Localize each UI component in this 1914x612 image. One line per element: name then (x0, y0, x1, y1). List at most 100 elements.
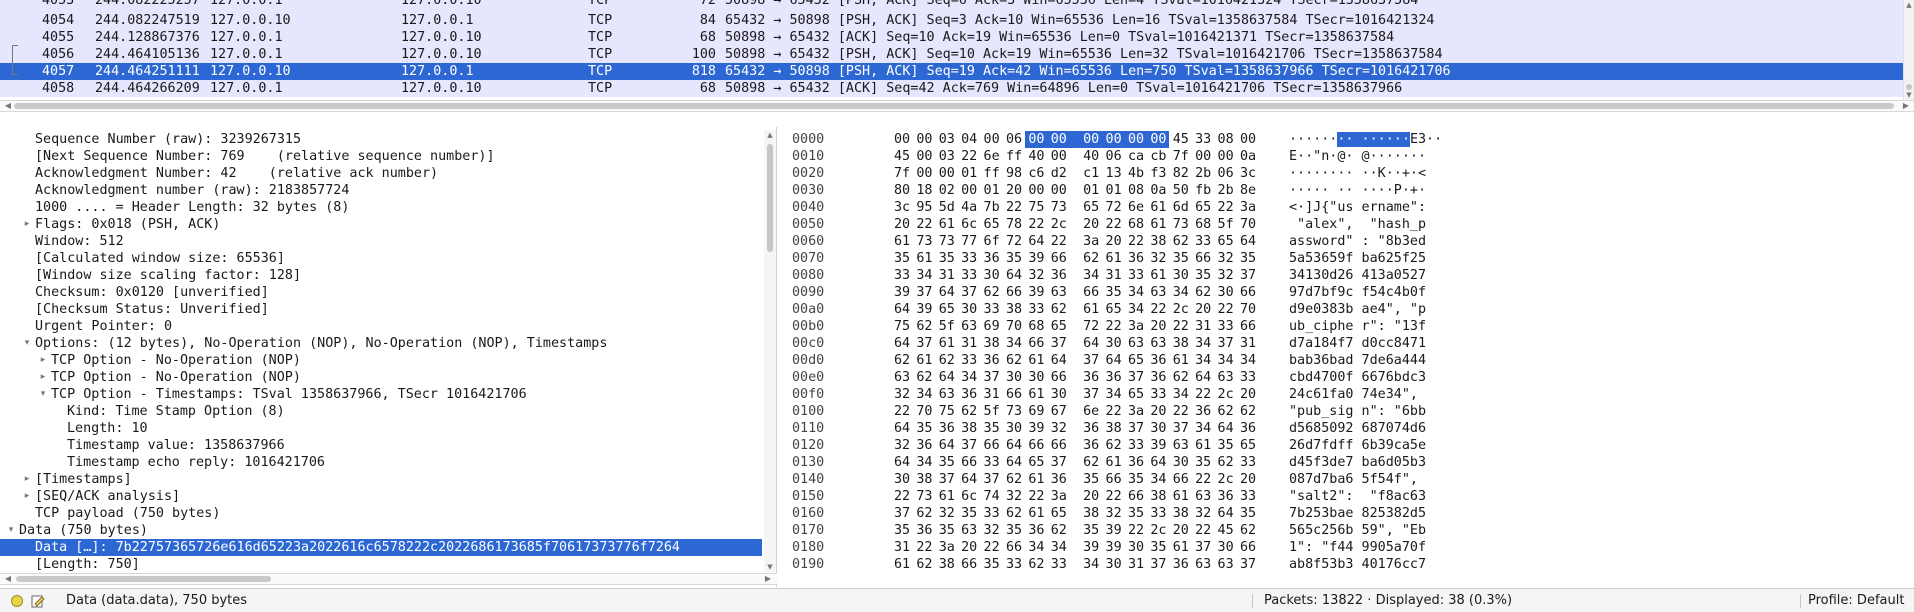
hex-byte[interactable]: 80 (892, 182, 912, 199)
hex-byte[interactable]: 22 (1049, 233, 1069, 250)
hex-byte[interactable]: 36 (1104, 369, 1124, 386)
hex-byte[interactable]: 61 (937, 488, 957, 505)
hex-byte[interactable]: 4b (1126, 165, 1146, 182)
hex-byte[interactable]: 20 (1148, 318, 1168, 335)
hex-byte[interactable]: 32 (892, 437, 912, 454)
hex-byte[interactable]: 6d (1171, 199, 1191, 216)
details-vertical-scrollbar[interactable]: ▲ ▼ (764, 130, 776, 572)
ascii-column[interactable]: "salt2": "f8ac63 (1289, 488, 1426, 505)
hex-byte[interactable]: 73 (1004, 403, 1024, 420)
hex-byte[interactable]: 75 (1026, 199, 1046, 216)
hex-byte[interactable]: 37 (982, 471, 1002, 488)
hex-byte[interactable]: 5d (937, 199, 957, 216)
details-tree-item[interactable]: Checksum: 0x0120 [unverified] (0, 284, 762, 301)
ascii-column[interactable]: ub_ciphe r": "13f (1289, 318, 1426, 335)
hex-byte[interactable]: 37 (1171, 420, 1191, 437)
hex-byte[interactable]: 32 (1104, 505, 1124, 522)
ascii-column[interactable]: ········ ··K··+·< (1289, 165, 1426, 182)
details-tree-item[interactable]: ▾ Data (750 bytes) (0, 522, 762, 539)
hex-byte[interactable]: 33 (1004, 556, 1024, 573)
hex-byte[interactable]: 30 (1126, 539, 1146, 556)
hex-byte[interactable]: 70 (1004, 318, 1024, 335)
hex-byte[interactable]: 45 (1171, 131, 1191, 148)
hex-byte[interactable]: 30 (1049, 386, 1069, 403)
hex-byte[interactable]: 3a (1238, 199, 1258, 216)
hex-byte[interactable]: 22 (1126, 233, 1146, 250)
hex-byte[interactable]: 32 (1216, 250, 1236, 267)
hex-byte[interactable]: 95 (914, 199, 934, 216)
hex-byte[interactable]: 64 (1026, 233, 1046, 250)
hex-byte[interactable]: 62 (1171, 369, 1191, 386)
hex-byte[interactable]: 30 (982, 267, 1002, 284)
hex-byte[interactable]: 34 (1081, 556, 1101, 573)
hex-byte[interactable]: 35 (1193, 454, 1213, 471)
hex-byte[interactable]: 35 (1148, 539, 1168, 556)
details-tree-item[interactable]: [Next Sequence Number: 769 (relative seq… (0, 148, 762, 165)
expert-info-icon[interactable] (11, 595, 23, 607)
hex-byte[interactable]: 72 (1004, 233, 1024, 250)
hex-byte[interactable]: 32 (1216, 267, 1236, 284)
hex-byte[interactable]: 00 (1126, 131, 1146, 148)
hex-byte[interactable]: 30 (1216, 284, 1236, 301)
hex-byte[interactable]: 62 (914, 505, 934, 522)
hex-byte[interactable]: 7f (1171, 148, 1191, 165)
hex-byte[interactable]: 33 (1049, 556, 1069, 573)
hex-byte[interactable]: 33 (959, 250, 979, 267)
hex-byte[interactable]: 98 (1004, 165, 1024, 182)
hex-byte[interactable]: 36 (1238, 420, 1258, 437)
hex-byte[interactable]: 20 (1148, 403, 1168, 420)
hex-byte[interactable]: 00 (914, 131, 934, 148)
scroll-left-icon[interactable]: ◀ (2, 574, 14, 584)
hex-byte[interactable]: 35 (959, 505, 979, 522)
hex-byte[interactable]: 30 (1026, 369, 1046, 386)
hex-byte[interactable]: 20 (1081, 488, 1101, 505)
hex-byte[interactable]: 61 (1148, 267, 1168, 284)
hex-byte[interactable]: 62 (1216, 403, 1236, 420)
hex-byte[interactable]: 66 (982, 437, 1002, 454)
hex-byte[interactable]: 34 (1238, 352, 1258, 369)
details-tree-item[interactable]: ▸ [Timestamps] (0, 471, 762, 488)
hex-byte[interactable]: 62 (1081, 250, 1101, 267)
hex-byte[interactable]: ff (1004, 148, 1024, 165)
hex-byte[interactable]: 65 (1049, 318, 1069, 335)
details-tree-item[interactable]: ▸ Flags: 0x018 (PSH, ACK) (0, 216, 762, 233)
hex-byte[interactable]: c1 (1081, 165, 1101, 182)
hex-byte[interactable]: 66 (959, 556, 979, 573)
hex-byte[interactable]: 36 (982, 352, 1002, 369)
hex-byte[interactable]: 22 (1193, 522, 1213, 539)
hex-byte[interactable]: 61 (1171, 488, 1191, 505)
hex-byte[interactable]: 73 (937, 233, 957, 250)
hex-byte[interactable]: 30 (1104, 556, 1124, 573)
hex-byte[interactable]: 61 (1148, 199, 1168, 216)
hex-byte[interactable]: 38 (1004, 301, 1024, 318)
hex-byte[interactable]: 18 (914, 182, 934, 199)
hex-byte[interactable]: 61 (1104, 250, 1124, 267)
hex-byte[interactable]: 78 (1004, 216, 1024, 233)
hex-byte[interactable]: 04 (959, 131, 979, 148)
hex-byte[interactable]: 3c (892, 199, 912, 216)
hex-byte[interactable]: 00 (982, 131, 1002, 148)
expanded-arrow-icon[interactable]: ▾ (5, 522, 17, 539)
hex-byte[interactable]: 20 (1004, 182, 1024, 199)
packet-list[interactable]: 4053 244.082225257 127.0.0.1 127.0.0.10 TCP 7… (0, 0, 1914, 112)
hex-byte[interactable]: 61 (1026, 471, 1046, 488)
hex-byte[interactable]: 20 (1104, 233, 1124, 250)
hex-byte[interactable]: 75 (892, 318, 912, 335)
hex-byte[interactable]: 30 (1171, 454, 1191, 471)
hex-byte[interactable]: 22 (1026, 216, 1046, 233)
hex-byte[interactable]: 5f (982, 403, 1002, 420)
hex-byte[interactable]: cb (1148, 148, 1168, 165)
details-tree-item[interactable]: 1000 .... = Header Length: 32 bytes (8) (0, 199, 762, 216)
hex-byte[interactable]: 63 (1193, 488, 1213, 505)
hex-byte[interactable]: 65 (1081, 199, 1101, 216)
hex-byte[interactable]: 63 (1216, 369, 1236, 386)
hex-byte[interactable]: 62 (914, 369, 934, 386)
hex-byte[interactable]: 6c (959, 216, 979, 233)
hex-byte[interactable]: 61 (1171, 352, 1191, 369)
status-profile[interactable]: Profile: Default (1808, 589, 1904, 612)
hex-byte[interactable]: 00 (914, 148, 934, 165)
hex-byte[interactable]: 22 (914, 539, 934, 556)
hex-byte[interactable]: 34 (1004, 335, 1024, 352)
hex-byte[interactable]: 38 (1081, 505, 1101, 522)
hex-byte[interactable]: 63 (1049, 284, 1069, 301)
